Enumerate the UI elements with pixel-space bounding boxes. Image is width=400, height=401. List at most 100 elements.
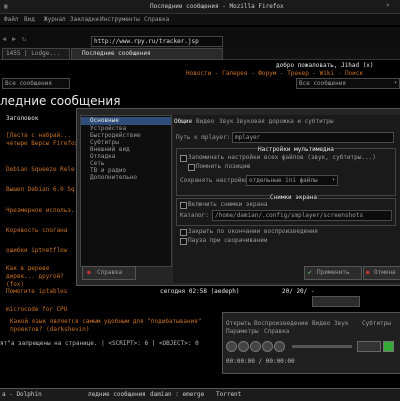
player-menu-video[interactable]: Видео <box>312 320 330 328</box>
menu-help[interactable]: Справка <box>144 16 169 24</box>
list-item[interactable]: microcode for CPU <box>6 306 67 314</box>
menu-bookmarks[interactable]: Закладки <box>70 16 99 24</box>
screenshots-group-title: Снимки экрана <box>270 194 317 202</box>
tab-latest-messages[interactable]: Последние сообщения <box>71 48 223 60</box>
player-menu-audio[interactable]: Звук <box>334 320 348 328</box>
list-item[interactable]: [Ласта с набрай... <box>6 132 71 140</box>
close-icon[interactable]: × <box>386 2 390 10</box>
taskbar-item-browser[interactable]: ледние сообщения <box>88 391 146 399</box>
list-item[interactable]: Как в дереве дирек... другой? (fox) <box>6 265 76 289</box>
player-menu-subs[interactable]: Субтитры <box>362 320 391 328</box>
enable-screenshots-checkbox[interactable] <box>180 202 187 209</box>
taskbar-item-torrent[interactable]: Torrent <box>216 391 241 399</box>
cancel-icon: ● <box>366 269 370 276</box>
forward-icon[interactable]: ▶ <box>12 35 16 44</box>
post-pages[interactable]: 20/ 20/ - <box>282 288 315 296</box>
filter-select-left[interactable]: Все сообщения <box>2 78 70 89</box>
chevron-down-icon: ▾ <box>393 80 397 86</box>
list-item[interactable]: Какой язык является самым удобным для "п… <box>10 318 201 326</box>
url-text: http://www.rpy.ru/tracker.jsp <box>94 38 199 45</box>
player-menu-open[interactable]: Открыть <box>226 320 251 328</box>
welcome-text: добро пожаловать, Jihad (x) <box>276 62 374 69</box>
menu-view[interactable]: Вид <box>24 16 35 24</box>
taskbar: а - Dolphin ледние сообщения damian : em… <box>0 388 400 401</box>
list-item[interactable]: ошибки iptnetflow <box>6 247 67 255</box>
page-title: ледние сообщения <box>0 94 121 108</box>
play-icon[interactable] <box>238 341 249 352</box>
list-item[interactable]: Корявость слогана <box>6 227 67 235</box>
site-nav-links[interactable]: Новости - Галерея - Форум - Трекер - Wik… <box>186 70 363 78</box>
back-icon[interactable]: ◀ <box>2 35 6 44</box>
taskbar-item-dolphin[interactable]: а - Dolphin <box>2 391 42 399</box>
tab-label: 1455 | Lodge... <box>6 50 61 57</box>
check-icon: ✔ <box>308 269 312 276</box>
volume-slider[interactable] <box>357 341 381 352</box>
list-item[interactable]: Debian Squeeze Rele... <box>6 166 85 174</box>
player-time: 00:00:00 / 00:00:00 <box>226 358 295 365</box>
help-icon: ● <box>87 269 91 276</box>
settings-select[interactable] <box>312 296 360 307</box>
remember-settings-label: Запоминать настройки всех файлов (звук, … <box>188 154 376 161</box>
list-item[interactable]: Чрезмерное использ... <box>6 207 82 215</box>
list-item-author[interactable]: проектов? (darkshevin) <box>10 326 89 334</box>
chevron-down-icon: ▾ <box>331 177 335 183</box>
pause-minimize-label: Пауза при сворачивании <box>188 237 268 244</box>
save-settings-label: Сохранять настройки в <box>180 177 256 184</box>
forward-icon[interactable] <box>274 341 285 352</box>
taskbar-item-terminal[interactable]: damian : emerge <box>150 391 204 399</box>
filter-select-value: Все сообщения <box>299 80 346 87</box>
pause-minimize-checkbox[interactable] <box>180 238 187 245</box>
tab-general[interactable]: Общие <box>174 118 192 126</box>
player-menu-options[interactable]: Параметры <box>226 328 259 336</box>
screenshot-folder-input[interactable]: /home/damian/.config/smplayer/screenshot… <box>212 210 392 221</box>
close-on-end-label: Закрыть по окончании воспроизведения <box>188 228 319 235</box>
path-label: Путь к mplayer: <box>176 134 231 141</box>
filter-select-value: Все сообщения <box>5 80 52 87</box>
column-header: Заголовок <box>6 115 39 122</box>
cancel-label: Отмена <box>374 269 396 276</box>
tab-video[interactable]: Видео <box>196 118 214 126</box>
menu-tools[interactable]: Инструменты <box>100 16 140 24</box>
sidebar-item-advanced[interactable]: Дополнительно <box>90 174 137 182</box>
help-button[interactable]: ● Справка <box>82 266 136 280</box>
help-label: Справка <box>97 269 123 276</box>
folder-value: /home/damian/.config/smplayer/screenshot… <box>215 212 364 219</box>
tab-audio[interactable]: Звук <box>219 118 233 126</box>
remember-settings-checkbox[interactable] <box>180 155 187 162</box>
rewind-icon[interactable] <box>262 341 273 352</box>
path-value: mplayer <box>235 134 261 141</box>
multimedia-group-title: Настройки мультимедиа <box>258 146 334 154</box>
apply-button[interactable]: ✔ Применить <box>304 266 362 280</box>
apply-label: Применить <box>317 269 350 276</box>
stop-icon[interactable] <box>226 341 237 352</box>
window-title: Последние сообщения - Mozilla Firefox <box>150 3 284 10</box>
player-menu-help[interactable]: Справка <box>264 328 289 336</box>
tab-lodge[interactable]: 1455 | Lodge... <box>2 48 70 60</box>
remember-time-checkbox[interactable] <box>188 164 195 171</box>
list-item[interactable]: четыре Версы Firefox <box>6 140 78 148</box>
fullscreen-icon[interactable] <box>383 341 394 352</box>
seek-bar[interactable] <box>292 345 352 348</box>
folder-label: Каталог: <box>180 212 209 219</box>
tab-audio-subs[interactable]: Звуковая дорожка и субтитры <box>236 118 334 126</box>
url-bar[interactable]: http://www.rpy.ru/tracker.jsp <box>91 36 223 47</box>
filter-select-right[interactable]: Все сообщения ▾ <box>296 78 400 89</box>
menu-file[interactable]: Файл <box>4 16 18 24</box>
save-settings-select[interactable]: отдельные ini файлы ▾ <box>246 175 338 186</box>
sidebar-item-general[interactable]: Основные <box>90 117 119 125</box>
pause-icon[interactable] <box>250 341 261 352</box>
list-item[interactable]: Вышел Debian 6.0 Sq... <box>6 186 85 194</box>
post-time: сегодня 02:58 (aedeph) <box>160 288 240 295</box>
menu-history[interactable]: Журнал <box>44 16 66 24</box>
player-menu-play[interactable]: Воспроизведение <box>254 320 308 328</box>
list-item[interactable]: Помогите iptables <box>6 288 67 296</box>
reload-icon[interactable]: ↻ <box>22 35 26 44</box>
cancel-button[interactable]: ● Отмена <box>363 266 400 280</box>
script-block-status: ят"а запрещены на странице. | <SCRIPT>: … <box>0 340 199 347</box>
window-menu-icon[interactable]: ▣ <box>4 3 8 11</box>
browser-menubar: Файл Вид Журнал Закладки Инструменты Спр… <box>0 14 400 25</box>
mplayer-path-input[interactable]: mplayer <box>232 132 394 143</box>
save-settings-value: отдельные ini файлы <box>249 177 318 184</box>
close-on-end-checkbox[interactable] <box>180 229 187 236</box>
tab-label: Последние сообщения <box>82 50 151 57</box>
